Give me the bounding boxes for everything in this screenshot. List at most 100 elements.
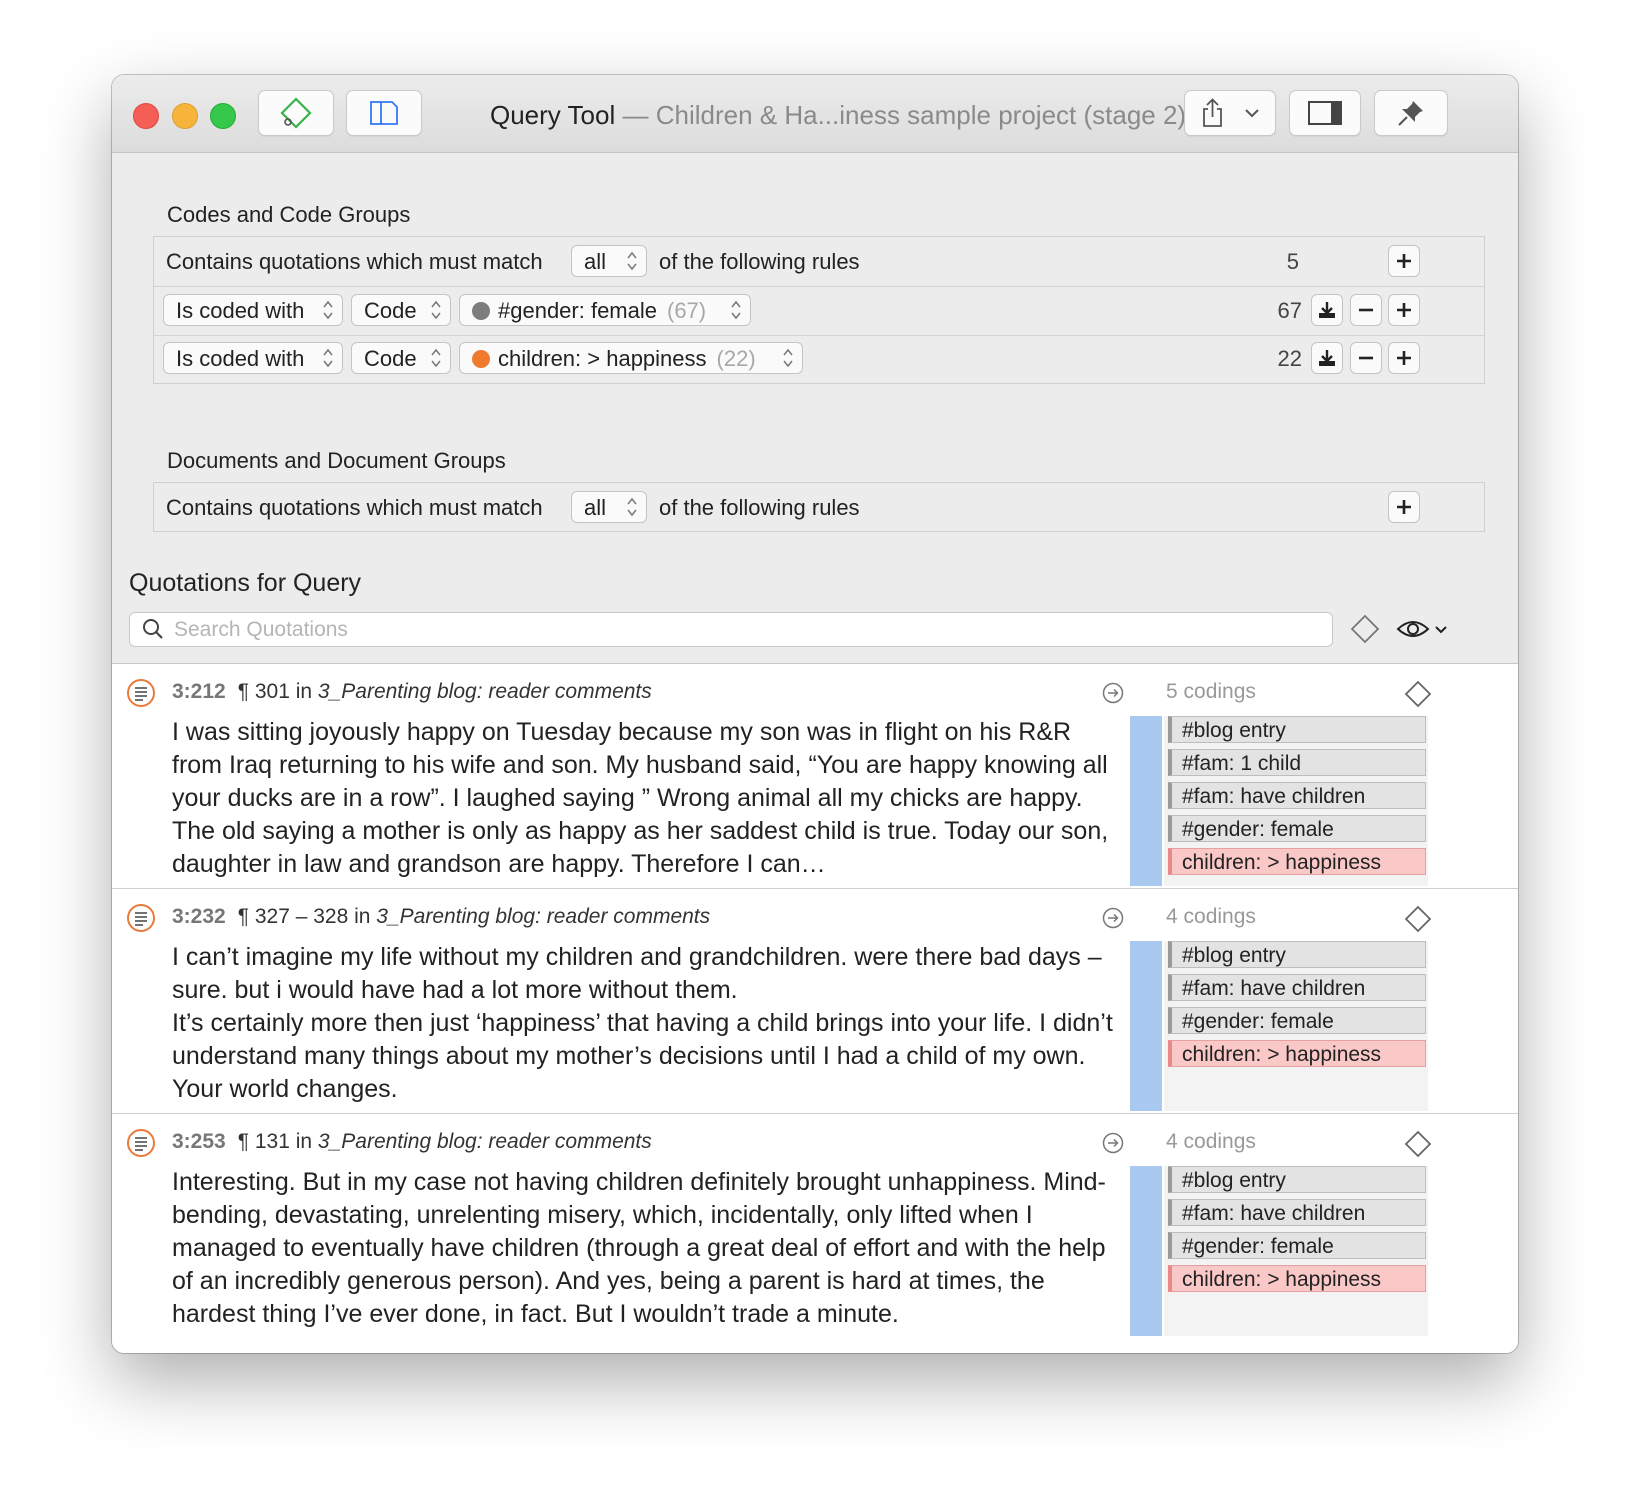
minimize-button[interactable] — [172, 103, 198, 129]
up-down-arrows-icon — [323, 300, 333, 320]
quotation-row[interactable]: 3:212 ¶ 301 in 3_Parenting blog: reader c… — [112, 664, 1518, 889]
condition-value: Is coded with — [176, 298, 305, 323]
condition-select[interactable]: Is coded with — [163, 294, 343, 326]
documents-header-row: Contains quotations which must match all… — [154, 483, 1484, 532]
zoom-button[interactable] — [210, 103, 236, 129]
quotation-text: I was sitting joyously happy on Tuesday … — [172, 718, 1109, 878]
code-diamond-icon — [280, 97, 312, 129]
code-name: #gender: female — [498, 298, 657, 323]
match-prefix-label: Contains quotations which must match — [166, 249, 543, 274]
paragraph-ref: ¶ 327 – 328 in — [237, 905, 371, 928]
type-select[interactable]: Code — [351, 294, 451, 326]
share-button[interactable] — [1184, 90, 1276, 136]
code-color-dot — [472, 350, 490, 368]
close-button[interactable] — [133, 103, 159, 129]
search-icon — [143, 619, 163, 639]
type-value: Code — [364, 346, 417, 371]
codes-rules-box: Contains quotations which must match all… — [153, 236, 1485, 384]
code-rule-row: Is coded with Code children: > happiness… — [154, 334, 1484, 383]
code-tag-highlighted[interactable]: children: > happiness — [1168, 1040, 1426, 1067]
quotation-row[interactable]: 3:232 ¶ 327 – 328 in 3_Parenting blog: re… — [112, 889, 1518, 1114]
document-name: 3_Parenting blog: reader comments — [376, 905, 711, 928]
code-select[interactable]: children: > happiness (22) — [459, 342, 803, 374]
codings-count: 4 codings — [1166, 905, 1256, 928]
minus-icon — [1359, 356, 1373, 360]
search-input[interactable] — [172, 616, 1316, 644]
add-code-icon[interactable] — [1404, 1130, 1432, 1158]
add-code-icon[interactable] — [1404, 905, 1432, 933]
code-tag[interactable]: #gender: female — [1168, 1007, 1426, 1034]
remove-rule-button[interactable] — [1350, 342, 1382, 374]
go-to-source-icon[interactable] — [1102, 682, 1124, 704]
quotation-row[interactable]: 3:253 ¶ 131 in 3_Parenting blog: reader c… — [112, 1114, 1518, 1338]
add-code-icon[interactable] — [1404, 680, 1432, 708]
up-down-arrows-icon — [323, 348, 333, 368]
code-color-dot — [472, 302, 490, 320]
match-suffix-label: of the following rules — [659, 249, 860, 274]
code-tag[interactable]: #blog entry — [1168, 716, 1426, 743]
coding-bar — [1130, 716, 1162, 886]
title-bar: Query Tool — Children & Ha...iness sampl… — [112, 75, 1518, 153]
code-tag-highlighted[interactable]: children: > happiness — [1168, 848, 1426, 875]
paragraph-ref: ¶ 301 in — [237, 680, 313, 703]
paragraph-ref: ¶ 131 in — [237, 1130, 313, 1153]
quotation-icon — [127, 1129, 155, 1157]
add-rule-button[interactable] — [1388, 342, 1420, 374]
add-rule-button[interactable] — [1388, 245, 1420, 277]
remove-rule-button[interactable] — [1350, 294, 1382, 326]
load-rule-button[interactable] — [1311, 294, 1343, 326]
go-to-source-icon[interactable] — [1102, 1132, 1124, 1154]
add-rule-button[interactable] — [1388, 294, 1420, 326]
pin-button[interactable] — [1374, 90, 1448, 136]
code-tag[interactable]: #blog entry — [1168, 941, 1426, 968]
match-mode-value: all — [584, 249, 607, 274]
match-prefix-label: Contains quotations which must match — [166, 495, 543, 520]
document-name: 3_Parenting blog: reader comments — [317, 1130, 652, 1153]
view-options-button[interactable] — [1396, 615, 1450, 643]
type-select[interactable]: Code — [351, 342, 451, 374]
code-tag-highlighted[interactable]: children: > happiness — [1168, 1265, 1426, 1292]
codes-total-count: 5 — [1286, 249, 1299, 274]
code-tag[interactable]: #gender: female — [1168, 815, 1426, 842]
quotation-id: 3:212 — [172, 680, 226, 703]
condition-select[interactable]: Is coded with — [163, 342, 343, 374]
match-mode-select[interactable]: all — [571, 245, 647, 277]
plus-icon — [1397, 351, 1411, 365]
coding-bar — [1130, 941, 1162, 1111]
download-icon — [1319, 302, 1335, 318]
code-usage-count: (67) — [667, 298, 707, 323]
go-to-source-icon[interactable] — [1102, 907, 1124, 929]
code-tag[interactable]: #blog entry — [1168, 1166, 1426, 1193]
title-separator: — — [622, 100, 649, 130]
query-tool-window: Query Tool — Children & Ha...iness sampl… — [112, 75, 1518, 1353]
code-tag[interactable]: #fam: 1 child — [1168, 749, 1426, 776]
download-icon — [1319, 350, 1335, 366]
chevron-down-icon — [1435, 626, 1447, 634]
chevron-down-icon — [1245, 109, 1259, 118]
match-mode-select[interactable]: all — [571, 491, 647, 523]
code-tag[interactable]: #fam: have children — [1168, 782, 1426, 809]
documents-toolbar-button[interactable] — [346, 90, 422, 136]
up-down-arrows-icon — [783, 348, 793, 368]
condition-value: Is coded with — [176, 346, 305, 371]
code-tag[interactable]: #gender: female — [1168, 1232, 1426, 1259]
window-title: Query Tool — Children & Ha...iness sampl… — [490, 100, 1186, 131]
quotation-id: 3:232 — [172, 905, 226, 928]
project-name: Children & Ha...iness sample project (st… — [655, 100, 1187, 130]
up-down-arrows-icon — [627, 497, 637, 517]
rule-result-count: 22 — [1277, 346, 1302, 371]
quotation-header: 3:212 ¶ 301 in 3_Parenting blog: reader c… — [172, 680, 652, 704]
add-rule-button[interactable] — [1388, 491, 1420, 523]
code-filter-icon[interactable] — [1350, 614, 1380, 644]
quotation-list: 3:212 ¶ 301 in 3_Parenting blog: reader c… — [112, 663, 1518, 1353]
inspector-toggle-button[interactable] — [1289, 90, 1361, 136]
search-field[interactable] — [129, 612, 1333, 647]
quotation-header: 3:253 ¶ 131 in 3_Parenting blog: reader c… — [172, 1130, 652, 1154]
code-toolbar-button[interactable] — [258, 90, 334, 136]
code-select[interactable]: #gender: female (67) — [459, 294, 751, 326]
minus-icon — [1359, 308, 1373, 312]
code-tag[interactable]: #fam: have children — [1168, 974, 1426, 1001]
code-tag[interactable]: #fam: have children — [1168, 1199, 1426, 1226]
load-rule-button[interactable] — [1311, 342, 1343, 374]
plus-icon — [1397, 500, 1411, 514]
